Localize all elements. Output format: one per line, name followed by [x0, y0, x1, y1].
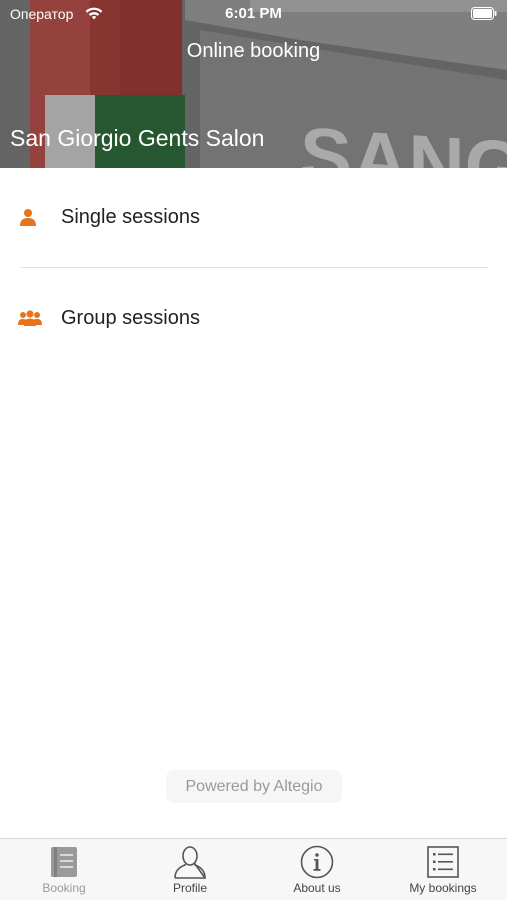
- profile-icon: [174, 846, 206, 879]
- status-bar: Оператор 6:01 PM: [0, 0, 507, 28]
- battery-icon: [471, 7, 497, 20]
- status-time: 6:01 PM: [225, 5, 282, 22]
- tab-my-bookings[interactable]: My bookings: [380, 839, 506, 900]
- group-icon: [18, 310, 42, 326]
- info-icon: [300, 845, 334, 879]
- tab-booking[interactable]: Booking: [1, 839, 127, 900]
- tab-label: Profile: [172, 881, 207, 895]
- powered-by-badge[interactable]: Powered by Altegio: [166, 770, 342, 803]
- tab-label: Booking: [42, 881, 86, 895]
- person-icon: [20, 209, 36, 226]
- tab-profile[interactable]: Profile: [127, 839, 253, 900]
- list-icon: [427, 846, 459, 878]
- tab-label: About us: [293, 881, 341, 895]
- nav-title: Online booking: [186, 40, 321, 62]
- menu-item-group-sessions[interactable]: Group sessions: [0, 268, 507, 368]
- tab-label: My bookings: [409, 881, 477, 895]
- booking-icon: [51, 847, 77, 877]
- tab-about-us[interactable]: About us: [254, 839, 380, 900]
- header-banner: SANGIORG Оператор 6:01 PM Online booking…: [0, 0, 507, 168]
- menu-item-label: Group sessions: [61, 307, 200, 329]
- tab-bar: Booking Profile About us My bookings: [0, 838, 507, 900]
- salon-name: San Giorgio Gents Salon: [10, 125, 265, 151]
- menu-item-label: Single sessions: [61, 206, 200, 228]
- menu-item-single-sessions[interactable]: Single sessions: [0, 168, 507, 268]
